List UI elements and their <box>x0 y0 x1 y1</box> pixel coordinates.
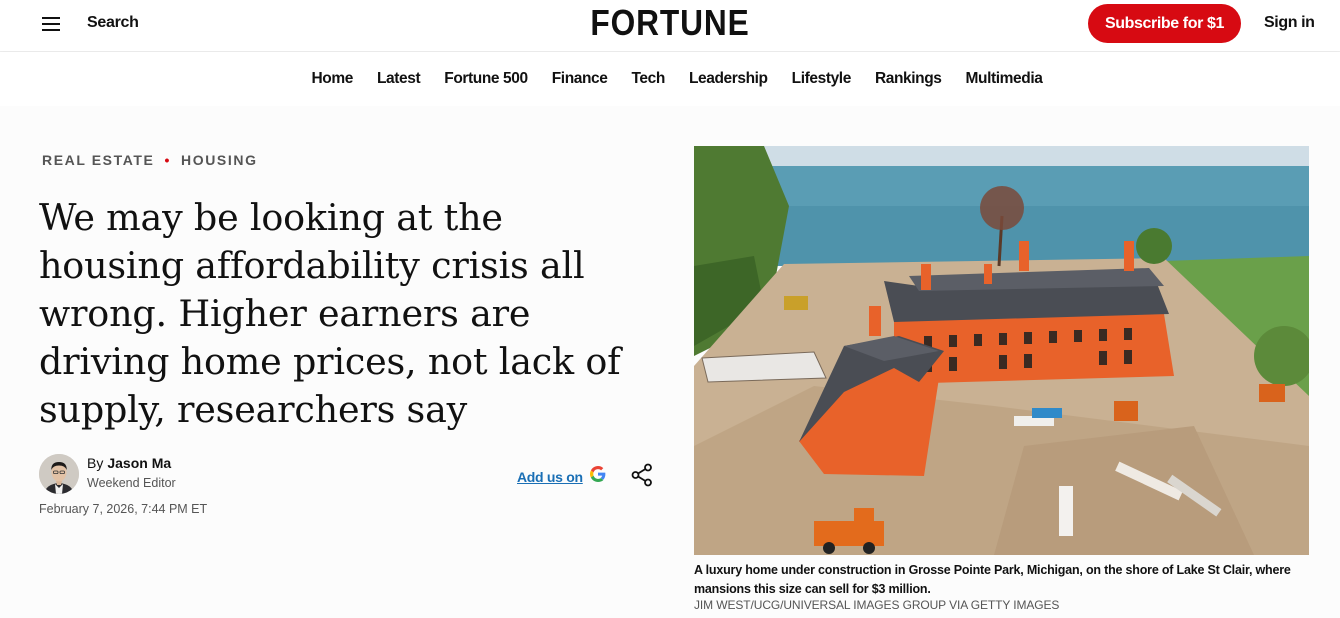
share-icon[interactable] <box>629 462 655 488</box>
byline-prefix: By <box>87 455 104 471</box>
image-caption: A luxury home under construction in Gros… <box>694 563 1291 596</box>
nav-item-multimedia[interactable]: Multimedia <box>966 70 1043 88</box>
add-us-on-google-link[interactable]: Add us on <box>517 466 606 487</box>
sign-in-link[interactable]: Sign in <box>1264 14 1315 32</box>
nav-item-fortune-500[interactable]: Fortune 500 <box>444 70 528 88</box>
nav-item-lifestyle[interactable]: Lifestyle <box>792 70 852 88</box>
subscribe-button[interactable]: Subscribe for $1 <box>1088 4 1241 43</box>
top-bar: Search FORTUNE Subscribe for $1 Sign in <box>0 0 1340 52</box>
eyebrow-separator-dot: • <box>164 152 172 168</box>
hamburger-menu-icon[interactable] <box>38 12 64 36</box>
add-us-label: Add us on <box>517 468 583 485</box>
fortune-logo[interactable]: FORTUNE <box>80 2 1259 44</box>
article-eyebrow: REAL ESTATE • HOUSING <box>42 152 258 168</box>
nav-item-finance[interactable]: Finance <box>552 70 608 88</box>
publish-date: February 7, 2026, 7:44 PM ET <box>39 502 208 516</box>
main-nav: Home Latest Fortune 500 Finance Tech Lea… <box>0 52 1340 106</box>
hero-image-construction-mansion <box>694 146 1309 555</box>
author-byline: By Jason Ma <box>87 455 171 471</box>
nav-item-rankings[interactable]: Rankings <box>875 70 942 88</box>
author-avatar[interactable] <box>39 454 79 494</box>
section-tag-real-estate[interactable]: REAL ESTATE <box>42 152 155 168</box>
nav-item-leadership[interactable]: Leadership <box>689 70 768 88</box>
nav-item-latest[interactable]: Latest <box>377 70 421 88</box>
section-tag-housing[interactable]: HOUSING <box>181 152 258 168</box>
article-headline: We may be looking at the housing afforda… <box>39 196 621 431</box>
author-name[interactable]: Jason Ma <box>107 455 171 471</box>
article-header: REAL ESTATE • HOUSING We may be looking … <box>0 106 1340 618</box>
nav-list: Home Latest Fortune 500 Finance Tech Lea… <box>0 52 1340 106</box>
google-g-icon <box>589 466 606 487</box>
image-credit: JIM WEST/UCG/UNIVERSAL IMAGES GROUP VIA … <box>694 598 1060 612</box>
nav-item-home[interactable]: Home <box>312 70 354 88</box>
author-role: Weekend Editor <box>87 476 176 490</box>
nav-item-tech[interactable]: Tech <box>632 70 666 88</box>
